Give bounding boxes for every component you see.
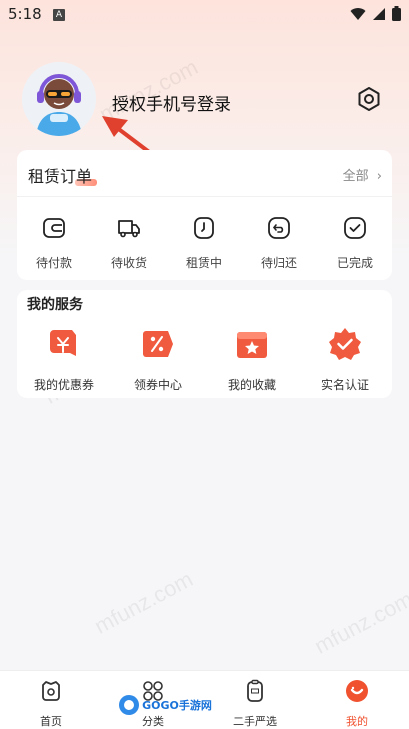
service-my-favorites[interactable]: 我的收藏	[212, 326, 292, 393]
orders-view-all-link[interactable]: 全部 ›	[343, 165, 382, 184]
wallet-icon	[43, 218, 65, 238]
profile-icon	[346, 680, 368, 702]
service-label: 实名认证	[320, 378, 369, 392]
verified-badge-icon	[329, 328, 361, 360]
order-status-label: 已完成	[336, 256, 373, 270]
wifi-icon	[350, 7, 366, 20]
home-icon	[42, 681, 60, 701]
logo-mark	[119, 695, 140, 715]
settings-gear-icon[interactable]	[356, 86, 382, 112]
clock-icon	[194, 217, 214, 239]
divider	[17, 196, 392, 197]
order-status-label: 待收货	[110, 256, 147, 270]
my-services-card: 我的服务 我的优惠券 领券中心 我的收藏 实名认证	[17, 290, 392, 398]
order-status-label: 租赁中	[185, 256, 222, 270]
check-icon	[344, 217, 366, 239]
order-status-pending-return[interactable]: 待归还	[249, 216, 309, 271]
logo-text: GOGO手游网	[142, 699, 212, 712]
battery-icon	[392, 6, 401, 21]
order-status-completed[interactable]: 已完成	[325, 216, 385, 271]
watermark: mfunz.com	[310, 586, 409, 659]
tab-label: 我的	[346, 715, 368, 728]
service-my-coupons[interactable]: 我的优惠券	[24, 326, 104, 393]
avatar[interactable]	[22, 62, 96, 136]
order-status-pending-payment[interactable]: 待付款	[24, 216, 84, 271]
site-logo-overlay: GOGO手游网	[118, 687, 212, 723]
chevron-right-icon: ›	[376, 169, 382, 184]
tab-secondhand[interactable]: 二手严选	[220, 679, 290, 729]
orders-title: 租赁订单	[28, 167, 93, 186]
service-label: 我的优惠券	[33, 378, 94, 392]
secondhand-icon	[247, 679, 263, 702]
percent-tag-icon	[143, 331, 173, 357]
status-time: 5:18	[8, 5, 42, 23]
notification-badge: A	[53, 9, 65, 21]
order-status-label: 待归还	[260, 256, 297, 270]
truck-icon	[118, 220, 140, 238]
service-label: 我的收藏	[227, 378, 276, 392]
tab-profile[interactable]: 我的	[322, 679, 392, 729]
watermark: mfunz.com	[90, 566, 197, 639]
service-real-name-verification[interactable]: 实名认证	[305, 326, 385, 393]
service-label: 领券中心	[133, 378, 182, 392]
order-status-renting[interactable]: 租赁中	[174, 216, 234, 271]
rental-orders-card: 租赁订单 全部 › 待付款 待收货 租赁中 待归还 已完成	[17, 150, 392, 280]
view-all-label: 全部	[342, 169, 369, 184]
return-icon	[268, 217, 290, 239]
avatar-illustration	[22, 62, 96, 136]
tab-label: 首页	[40, 715, 62, 728]
signal-icon	[373, 7, 385, 20]
tab-home[interactable]: 首页	[16, 679, 86, 729]
coupon-icon	[50, 330, 76, 356]
service-coupon-center[interactable]: 领券中心	[118, 326, 198, 393]
services-title: 我的服务	[27, 297, 83, 313]
order-status-label: 待付款	[35, 256, 72, 270]
order-status-pending-receipt[interactable]: 待收货	[99, 216, 159, 271]
favorite-box-icon	[237, 332, 267, 358]
system-icons	[350, 6, 401, 21]
tab-label: 二手严选	[233, 715, 277, 728]
status-bar: 5:18 A	[0, 0, 409, 30]
